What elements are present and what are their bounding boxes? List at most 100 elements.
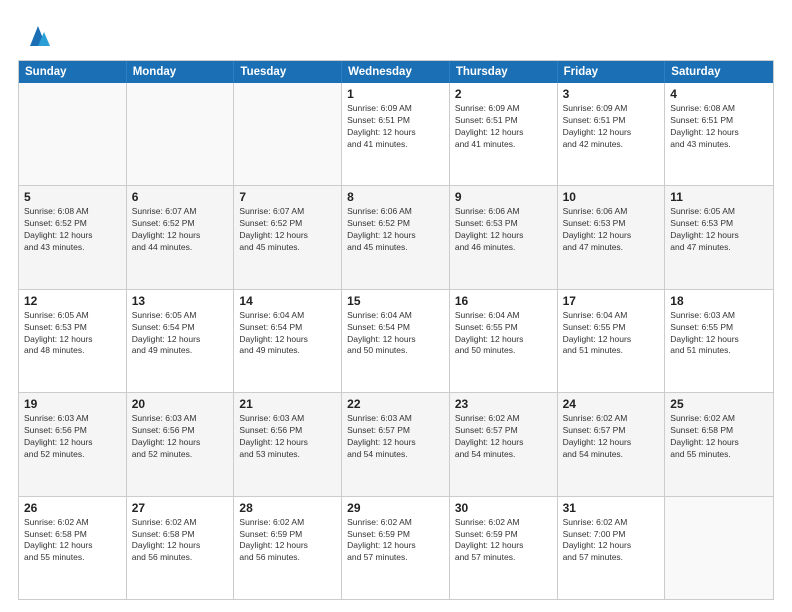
cal-cell-26: 26Sunrise: 6:02 AMSunset: 6:58 PMDayligh… bbox=[19, 497, 127, 599]
cell-line: and 47 minutes. bbox=[563, 242, 660, 254]
cell-line: Sunset: 6:55 PM bbox=[563, 322, 660, 334]
cell-line: Sunrise: 6:04 AM bbox=[347, 310, 444, 322]
cell-line: Sunset: 6:58 PM bbox=[670, 425, 768, 437]
cal-cell-3: 3Sunrise: 6:09 AMSunset: 6:51 PMDaylight… bbox=[558, 83, 666, 185]
cell-line: Daylight: 12 hours bbox=[670, 437, 768, 449]
cell-line: Sunrise: 6:03 AM bbox=[670, 310, 768, 322]
cal-cell-24: 24Sunrise: 6:02 AMSunset: 6:57 PMDayligh… bbox=[558, 393, 666, 495]
cal-cell-23: 23Sunrise: 6:02 AMSunset: 6:57 PMDayligh… bbox=[450, 393, 558, 495]
header-day-tuesday: Tuesday bbox=[234, 61, 342, 83]
cell-line: Sunrise: 6:04 AM bbox=[563, 310, 660, 322]
cell-line: Sunrise: 6:03 AM bbox=[24, 413, 121, 425]
cell-line: Sunset: 6:57 PM bbox=[347, 425, 444, 437]
cell-line: Sunset: 6:52 PM bbox=[24, 218, 121, 230]
cell-line: and 56 minutes. bbox=[239, 552, 336, 564]
cell-line: Sunset: 6:51 PM bbox=[670, 115, 768, 127]
cell-line: Sunset: 6:57 PM bbox=[563, 425, 660, 437]
cell-line: and 42 minutes. bbox=[563, 139, 660, 151]
day-number: 31 bbox=[563, 501, 660, 515]
day-number: 19 bbox=[24, 397, 121, 411]
cal-cell-12: 12Sunrise: 6:05 AMSunset: 6:53 PMDayligh… bbox=[19, 290, 127, 392]
day-number: 26 bbox=[24, 501, 121, 515]
cell-line: Sunset: 6:52 PM bbox=[132, 218, 229, 230]
cell-line: and 44 minutes. bbox=[132, 242, 229, 254]
header-day-sunday: Sunday bbox=[19, 61, 127, 83]
cell-line: Sunrise: 6:02 AM bbox=[563, 517, 660, 529]
cal-cell-11: 11Sunrise: 6:05 AMSunset: 6:53 PMDayligh… bbox=[665, 186, 773, 288]
cell-line: Daylight: 12 hours bbox=[670, 230, 768, 242]
cell-line: Sunrise: 6:02 AM bbox=[670, 413, 768, 425]
cell-line: Sunrise: 6:02 AM bbox=[455, 413, 552, 425]
cell-line: Daylight: 12 hours bbox=[347, 540, 444, 552]
cell-line: Daylight: 12 hours bbox=[455, 127, 552, 139]
day-number: 6 bbox=[132, 190, 229, 204]
cell-line: and 56 minutes. bbox=[132, 552, 229, 564]
cal-cell-18: 18Sunrise: 6:03 AMSunset: 6:55 PMDayligh… bbox=[665, 290, 773, 392]
cell-line: and 41 minutes. bbox=[347, 139, 444, 151]
cal-cell-22: 22Sunrise: 6:03 AMSunset: 6:57 PMDayligh… bbox=[342, 393, 450, 495]
cell-line: Sunset: 6:53 PM bbox=[563, 218, 660, 230]
calendar-row-3: 19Sunrise: 6:03 AMSunset: 6:56 PMDayligh… bbox=[19, 392, 773, 495]
cal-cell-empty bbox=[665, 497, 773, 599]
cell-line: Daylight: 12 hours bbox=[132, 334, 229, 346]
cell-line: Sunrise: 6:02 AM bbox=[455, 517, 552, 529]
cell-line: and 57 minutes. bbox=[563, 552, 660, 564]
cell-line: Sunrise: 6:03 AM bbox=[347, 413, 444, 425]
cell-line: Sunset: 6:52 PM bbox=[239, 218, 336, 230]
header-day-wednesday: Wednesday bbox=[342, 61, 450, 83]
day-number: 1 bbox=[347, 87, 444, 101]
cell-line: and 43 minutes. bbox=[670, 139, 768, 151]
cal-cell-16: 16Sunrise: 6:04 AMSunset: 6:55 PMDayligh… bbox=[450, 290, 558, 392]
day-number: 23 bbox=[455, 397, 552, 411]
cell-line: Daylight: 12 hours bbox=[455, 437, 552, 449]
cell-line: Sunset: 6:58 PM bbox=[24, 529, 121, 541]
cal-cell-15: 15Sunrise: 6:04 AMSunset: 6:54 PMDayligh… bbox=[342, 290, 450, 392]
cell-line: Sunrise: 6:04 AM bbox=[455, 310, 552, 322]
cell-line: and 50 minutes. bbox=[347, 345, 444, 357]
cell-line: Sunrise: 6:06 AM bbox=[563, 206, 660, 218]
cell-line: Daylight: 12 hours bbox=[24, 540, 121, 552]
cell-line: Daylight: 12 hours bbox=[455, 540, 552, 552]
cell-line: Sunset: 6:55 PM bbox=[455, 322, 552, 334]
cell-line: and 50 minutes. bbox=[455, 345, 552, 357]
cell-line: and 43 minutes. bbox=[24, 242, 121, 254]
cell-line: Daylight: 12 hours bbox=[132, 437, 229, 449]
cell-line: Sunrise: 6:09 AM bbox=[563, 103, 660, 115]
cell-line: Sunrise: 6:08 AM bbox=[670, 103, 768, 115]
cell-line: and 45 minutes. bbox=[347, 242, 444, 254]
calendar-row-1: 5Sunrise: 6:08 AMSunset: 6:52 PMDaylight… bbox=[19, 185, 773, 288]
cell-line: and 55 minutes. bbox=[670, 449, 768, 461]
cell-line: and 53 minutes. bbox=[239, 449, 336, 461]
cell-line: Sunset: 6:53 PM bbox=[24, 322, 121, 334]
cal-cell-27: 27Sunrise: 6:02 AMSunset: 6:58 PMDayligh… bbox=[127, 497, 235, 599]
cell-line: and 55 minutes. bbox=[24, 552, 121, 564]
cell-line: Sunset: 6:53 PM bbox=[455, 218, 552, 230]
cell-line: and 49 minutes. bbox=[239, 345, 336, 357]
cell-line: Daylight: 12 hours bbox=[239, 540, 336, 552]
day-number: 28 bbox=[239, 501, 336, 515]
cell-line: Sunrise: 6:07 AM bbox=[132, 206, 229, 218]
cal-cell-29: 29Sunrise: 6:02 AMSunset: 6:59 PMDayligh… bbox=[342, 497, 450, 599]
cell-line: and 46 minutes. bbox=[455, 242, 552, 254]
day-number: 20 bbox=[132, 397, 229, 411]
cell-line: Sunset: 6:58 PM bbox=[132, 529, 229, 541]
cell-line: and 54 minutes. bbox=[347, 449, 444, 461]
cal-cell-31: 31Sunrise: 6:02 AMSunset: 7:00 PMDayligh… bbox=[558, 497, 666, 599]
day-number: 27 bbox=[132, 501, 229, 515]
cell-line: Sunset: 6:54 PM bbox=[347, 322, 444, 334]
calendar: SundayMondayTuesdayWednesdayThursdayFrid… bbox=[18, 60, 774, 600]
day-number: 5 bbox=[24, 190, 121, 204]
cell-line: Sunset: 6:59 PM bbox=[239, 529, 336, 541]
cell-line: and 52 minutes. bbox=[132, 449, 229, 461]
cell-line: and 41 minutes. bbox=[455, 139, 552, 151]
cell-line: and 54 minutes. bbox=[563, 449, 660, 461]
cell-line: Sunset: 6:51 PM bbox=[563, 115, 660, 127]
cal-cell-10: 10Sunrise: 6:06 AMSunset: 6:53 PMDayligh… bbox=[558, 186, 666, 288]
cal-cell-13: 13Sunrise: 6:05 AMSunset: 6:54 PMDayligh… bbox=[127, 290, 235, 392]
cell-line: Sunset: 6:54 PM bbox=[239, 322, 336, 334]
cal-cell-20: 20Sunrise: 6:03 AMSunset: 6:56 PMDayligh… bbox=[127, 393, 235, 495]
day-number: 16 bbox=[455, 294, 552, 308]
cell-line: Sunset: 6:51 PM bbox=[347, 115, 444, 127]
cal-cell-empty bbox=[234, 83, 342, 185]
day-number: 3 bbox=[563, 87, 660, 101]
